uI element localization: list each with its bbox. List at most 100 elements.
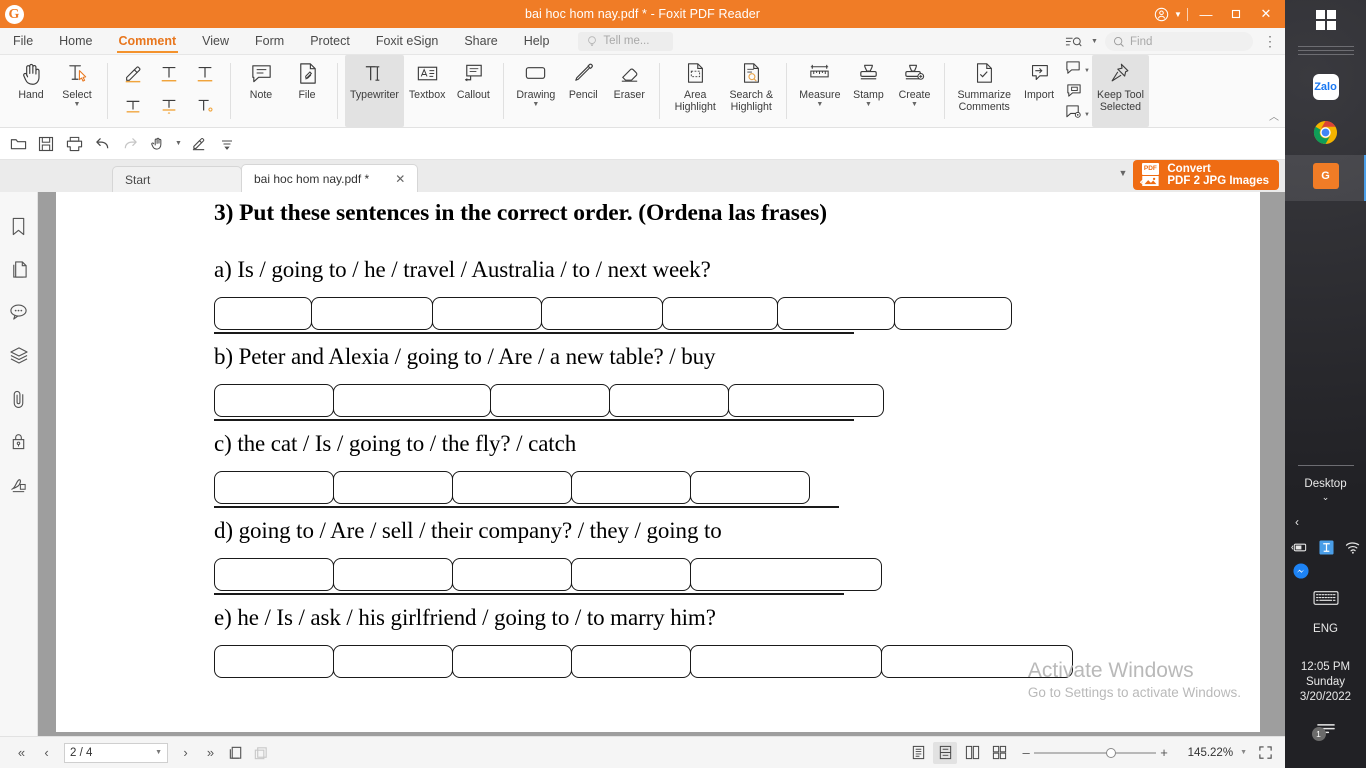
page-chevron-down-icon[interactable]: ▼: [155, 749, 162, 756]
summarize-comments-button[interactable]: Summarize Comments: [952, 55, 1016, 127]
wifi-icon[interactable]: [1345, 541, 1361, 557]
undo-icon[interactable]: [89, 132, 115, 156]
pages-icon[interactable]: [7, 257, 31, 281]
print-icon[interactable]: [61, 132, 87, 156]
comment-settings-icon[interactable]: [1064, 104, 1083, 126]
answer-box[interactable]: [333, 645, 453, 678]
import-comments-button[interactable]: Import: [1016, 55, 1062, 127]
touch-keyboard-button[interactable]: [1285, 590, 1366, 609]
two-page-continuous-icon[interactable]: [987, 742, 1011, 764]
more-options-icon[interactable]: ⋮: [1259, 31, 1281, 53]
answer-box[interactable]: [214, 384, 334, 417]
stamp-chevron-down-icon[interactable]: ▼: [865, 101, 872, 109]
comment-bubble-icon[interactable]: [7, 300, 31, 324]
taskbar-item-chrome[interactable]: [1285, 119, 1366, 145]
collapse-ribbon-icon[interactable]: ︿: [1269, 108, 1279, 123]
answer-box[interactable]: [333, 471, 453, 504]
ime-icon[interactable]: [1318, 540, 1334, 558]
battery-icon[interactable]: [1290, 542, 1308, 556]
strikeout-text-icon[interactable]: [195, 59, 215, 87]
zoom-in-button[interactable]: +: [1156, 745, 1172, 760]
create-chevron-down-icon[interactable]: ▼: [911, 101, 918, 109]
account-icon[interactable]: [1150, 0, 1172, 28]
chevron-left-icon[interactable]: ‹: [1295, 515, 1299, 529]
messenger-icon[interactable]: [1293, 563, 1309, 582]
answer-box[interactable]: [452, 645, 572, 678]
zoom-chevron-down-icon[interactable]: ▼: [1236, 749, 1251, 756]
keep-tool-selected-button[interactable]: Keep Tool Selected: [1092, 55, 1149, 127]
tab-file[interactable]: File: [0, 28, 46, 55]
tab-document[interactable]: bai hoc hom nay.pdf * ✕: [241, 164, 419, 192]
create-stamp-button[interactable]: Create ▼: [891, 55, 937, 127]
answer-box[interactable]: [214, 297, 312, 330]
callout-button[interactable]: Callout: [450, 55, 496, 127]
zoom-slider[interactable]: – +: [1018, 745, 1172, 760]
fullscreen-icon[interactable]: [1254, 741, 1277, 764]
language-indicator[interactable]: ENG: [1285, 622, 1366, 637]
textbox-button[interactable]: Textbox: [404, 55, 451, 127]
page-number-input[interactable]: 2 / 4 ▼: [64, 742, 168, 763]
squiggly-underline-icon[interactable]: [123, 91, 143, 119]
answer-box[interactable]: [452, 471, 572, 504]
account-chevron-down-icon[interactable]: ▼: [1172, 0, 1184, 28]
replace-text-icon[interactable]: [159, 91, 179, 119]
close-icon[interactable]: ✕: [395, 172, 405, 186]
drawing-chevron-down-icon[interactable]: ▼: [532, 101, 539, 109]
answer-box[interactable]: [541, 297, 663, 330]
answer-box[interactable]: [662, 297, 778, 330]
prev-page-icon[interactable]: ‹: [35, 741, 58, 764]
zoom-slider-thumb[interactable]: [1106, 747, 1117, 758]
tab-share[interactable]: Share: [451, 28, 510, 55]
search-options-icon[interactable]: [1062, 31, 1084, 53]
pencil-button[interactable]: Pencil: [560, 55, 606, 127]
paperclip-icon[interactable]: [7, 386, 31, 410]
tray-expand-button[interactable]: ‹: [1285, 515, 1366, 529]
convert-promo-banner[interactable]: PDF Convert PDF 2 JPG Images: [1133, 160, 1279, 190]
measure-chevron-down-icon[interactable]: ▼: [816, 101, 823, 109]
minimize-button[interactable]: —: [1191, 0, 1221, 28]
single-page-view-icon[interactable]: [224, 741, 247, 764]
answer-box[interactable]: [490, 384, 610, 417]
answer-box[interactable]: [432, 297, 542, 330]
layers-icon[interactable]: [7, 343, 31, 367]
search-highlight-button[interactable]: Search & Highlight: [723, 55, 779, 127]
notification-center-button[interactable]: 1: [1285, 722, 1366, 743]
close-button[interactable]: ✕: [1251, 0, 1281, 28]
answer-box[interactable]: [214, 558, 334, 591]
export-chevron-down-icon[interactable]: ▼: [1084, 68, 1090, 74]
clock-date[interactable]: 12:05 PM Sunday 3/20/2022: [1285, 660, 1366, 705]
answer-box[interactable]: [333, 558, 453, 591]
lock-icon[interactable]: [7, 429, 31, 453]
tab-view[interactable]: View: [189, 28, 242, 55]
stamp-button[interactable]: Stamp ▼: [845, 55, 891, 127]
tell-me-search[interactable]: Tell me...: [578, 31, 674, 51]
eraser-button[interactable]: Eraser: [606, 55, 652, 127]
drawing-button[interactable]: Drawing ▼: [511, 55, 560, 127]
highlighter-icon[interactable]: [186, 132, 212, 156]
measure-button[interactable]: Measure ▼: [794, 55, 845, 127]
answer-box[interactable]: [214, 471, 334, 504]
zoom-slider-track[interactable]: [1034, 747, 1157, 758]
maximize-restore-button[interactable]: [1221, 0, 1251, 28]
first-page-icon[interactable]: «: [10, 741, 33, 764]
comment-settings-chevron-down-icon[interactable]: ▼: [1084, 112, 1090, 118]
compare-pages-icon[interactable]: [249, 741, 272, 764]
pdf-page[interactable]: 3) Put these sentences in the correct or…: [56, 192, 1260, 732]
search-options-chevron-down-icon[interactable]: ▼: [1090, 31, 1099, 53]
taskbar-item-foxit[interactable]: G: [1285, 163, 1366, 189]
bookmark-icon[interactable]: [7, 214, 31, 238]
continuous-view-icon[interactable]: [906, 742, 930, 764]
find-input[interactable]: Find: [1105, 32, 1253, 51]
answer-box[interactable]: [333, 384, 491, 417]
answer-box[interactable]: [214, 645, 334, 678]
save-icon[interactable]: [33, 132, 59, 156]
underline-text-icon[interactable]: [159, 59, 179, 87]
answer-box[interactable]: [609, 384, 729, 417]
single-page-icon[interactable]: [933, 741, 958, 764]
open-folder-icon[interactable]: [5, 132, 31, 156]
more-overflow-icon[interactable]: [214, 132, 240, 156]
answer-box[interactable]: [571, 645, 691, 678]
tab-form[interactable]: Form: [242, 28, 297, 55]
file-attach-button[interactable]: File: [284, 55, 330, 127]
hand-tool-chevron-down-icon[interactable]: ▼: [173, 132, 184, 156]
